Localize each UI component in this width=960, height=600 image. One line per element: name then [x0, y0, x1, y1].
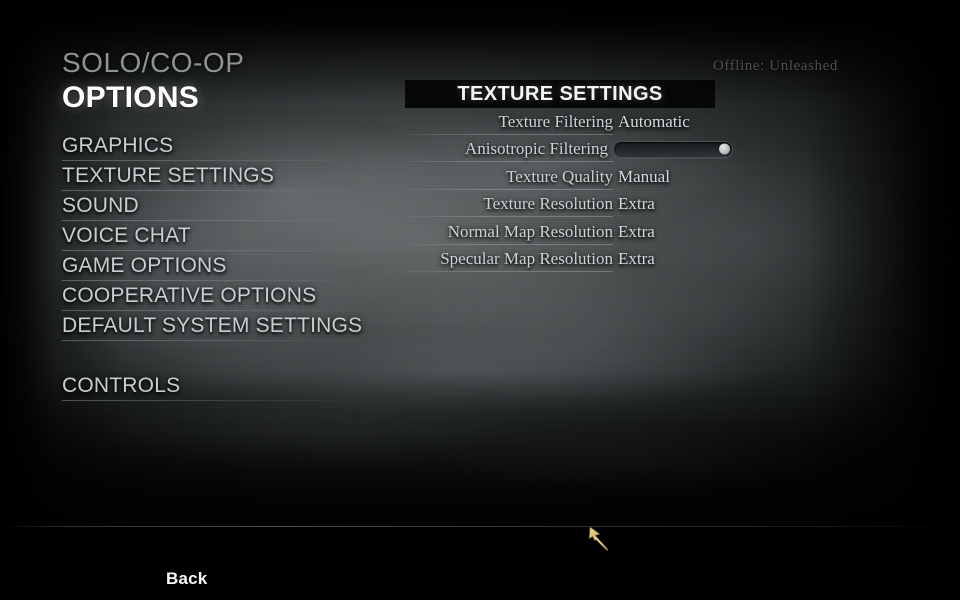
- setting-row-specular-map-resolution[interactable]: Specular Map Resolution Extra: [405, 246, 733, 274]
- setting-label: Specular Map Resolution: [405, 249, 613, 269]
- bottom-bar: [0, 527, 960, 600]
- options-category-menu: GRAPHICS TEXTURE SETTINGS SOUND VOICE CH…: [62, 131, 362, 401]
- setting-label: Anisotropic Filtering: [405, 139, 608, 159]
- setting-row-texture-quality[interactable]: Texture Quality Manual: [405, 163, 733, 191]
- sidebar-item-game-options[interactable]: GAME OPTIONS: [62, 251, 362, 281]
- setting-row-anisotropic-filtering[interactable]: Anisotropic Filtering: [405, 136, 733, 164]
- bottom-divider: [0, 526, 960, 527]
- sidebar-item-default-system-settings[interactable]: DEFAULT SYSTEM SETTINGS: [62, 311, 362, 341]
- sidebar-item-label: SOUND: [62, 194, 139, 217]
- setting-row-texture-filtering[interactable]: Texture Filtering Automatic: [405, 108, 733, 136]
- setting-label: Texture Quality: [405, 167, 613, 187]
- online-status-label: Offline: Unleashed: [712, 58, 838, 74]
- setting-value[interactable]: Extra: [613, 249, 733, 269]
- settings-row-list: Texture Filtering Automatic Anisotropic …: [405, 108, 733, 273]
- sidebar-item-graphics[interactable]: GRAPHICS: [62, 131, 362, 161]
- setting-value[interactable]: [608, 140, 733, 158]
- sidebar-item-label: GRAPHICS: [62, 134, 174, 157]
- setting-label: Texture Filtering: [405, 112, 613, 132]
- setting-value[interactable]: Extra: [613, 194, 733, 214]
- setting-value[interactable]: Extra: [613, 222, 733, 242]
- sidebar-item-label: DEFAULT SYSTEM SETTINGS: [62, 314, 363, 337]
- sidebar-item-label: GAME OPTIONS: [62, 254, 227, 277]
- slider-knob[interactable]: [719, 143, 730, 155]
- sidebar-item-sound[interactable]: SOUND: [62, 191, 362, 221]
- setting-value[interactable]: Manual: [613, 167, 733, 187]
- setting-value[interactable]: Automatic: [613, 112, 733, 132]
- game-options-screen: SOLO/CO-OP OPTIONS Offline: Unleashed GR…: [0, 0, 960, 600]
- sidebar-item-label: COOPERATIVE OPTIONS: [62, 284, 317, 307]
- panel-title: TEXTURE SETTINGS: [405, 80, 715, 108]
- sidebar-item-voice-chat[interactable]: VOICE CHAT: [62, 221, 362, 251]
- sidebar-item-cooperative-options[interactable]: COOPERATIVE OPTIONS: [62, 281, 362, 311]
- page-title: OPTIONS: [62, 81, 200, 114]
- sidebar-item-label: CONTROLS: [62, 374, 181, 397]
- back-button[interactable]: Back: [166, 569, 207, 589]
- texture-settings-panel: TEXTURE SETTINGS Texture Filtering Autom…: [405, 80, 733, 268]
- setting-label: Normal Map Resolution: [405, 222, 613, 242]
- sidebar-item-label: VOICE CHAT: [62, 224, 191, 247]
- sidebar-item-controls[interactable]: CONTROLS: [62, 371, 362, 401]
- sidebar-item-label: TEXTURE SETTINGS: [62, 164, 275, 187]
- mode-eyebrow: SOLO/CO-OP: [62, 47, 245, 78]
- anisotropic-filtering-slider[interactable]: [613, 140, 733, 158]
- setting-row-texture-resolution[interactable]: Texture Resolution Extra: [405, 191, 733, 219]
- sidebar-item-texture-settings[interactable]: TEXTURE SETTINGS: [62, 161, 362, 191]
- setting-row-normal-map-resolution[interactable]: Normal Map Resolution Extra: [405, 218, 733, 246]
- setting-label: Texture Resolution: [405, 194, 613, 214]
